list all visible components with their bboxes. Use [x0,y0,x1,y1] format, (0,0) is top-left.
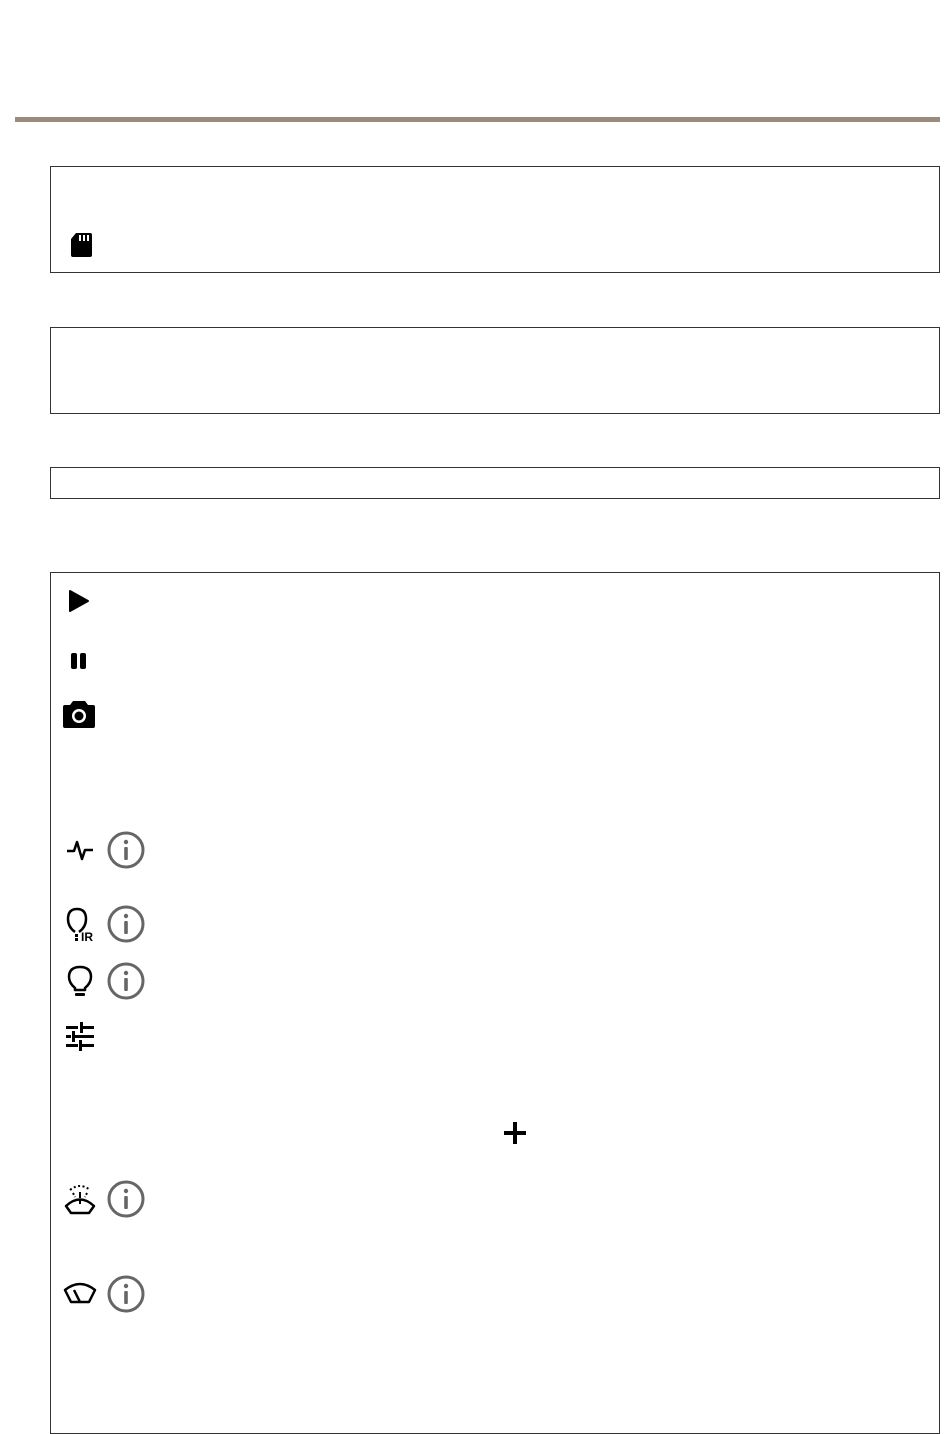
info-icon[interactable] [106,1179,146,1219]
info-icon[interactable] [106,904,146,944]
empty-panel [50,327,940,414]
ir-light-icon[interactable]: IR [65,906,99,942]
info-icon[interactable] [106,1274,146,1314]
pulse-icon[interactable] [65,837,95,863]
light-bulb-icon[interactable] [66,964,94,1000]
wiper-icon[interactable] [62,1280,98,1308]
header-rule [15,117,940,122]
play-icon[interactable] [67,589,91,613]
controls-panel: IR [50,572,940,1434]
sliders-icon[interactable] [64,1021,96,1053]
pause-icon[interactable] [69,651,89,671]
washer-icon[interactable] [62,1180,98,1216]
plus-icon[interactable] [502,1120,528,1146]
sd-card-icon[interactable] [69,231,93,259]
info-icon[interactable] [106,961,146,1001]
narrow-panel [50,467,940,499]
svg-text:IR: IR [81,930,93,942]
info-icon[interactable] [106,830,146,870]
camera-icon[interactable] [62,699,96,729]
storage-panel [50,166,940,273]
